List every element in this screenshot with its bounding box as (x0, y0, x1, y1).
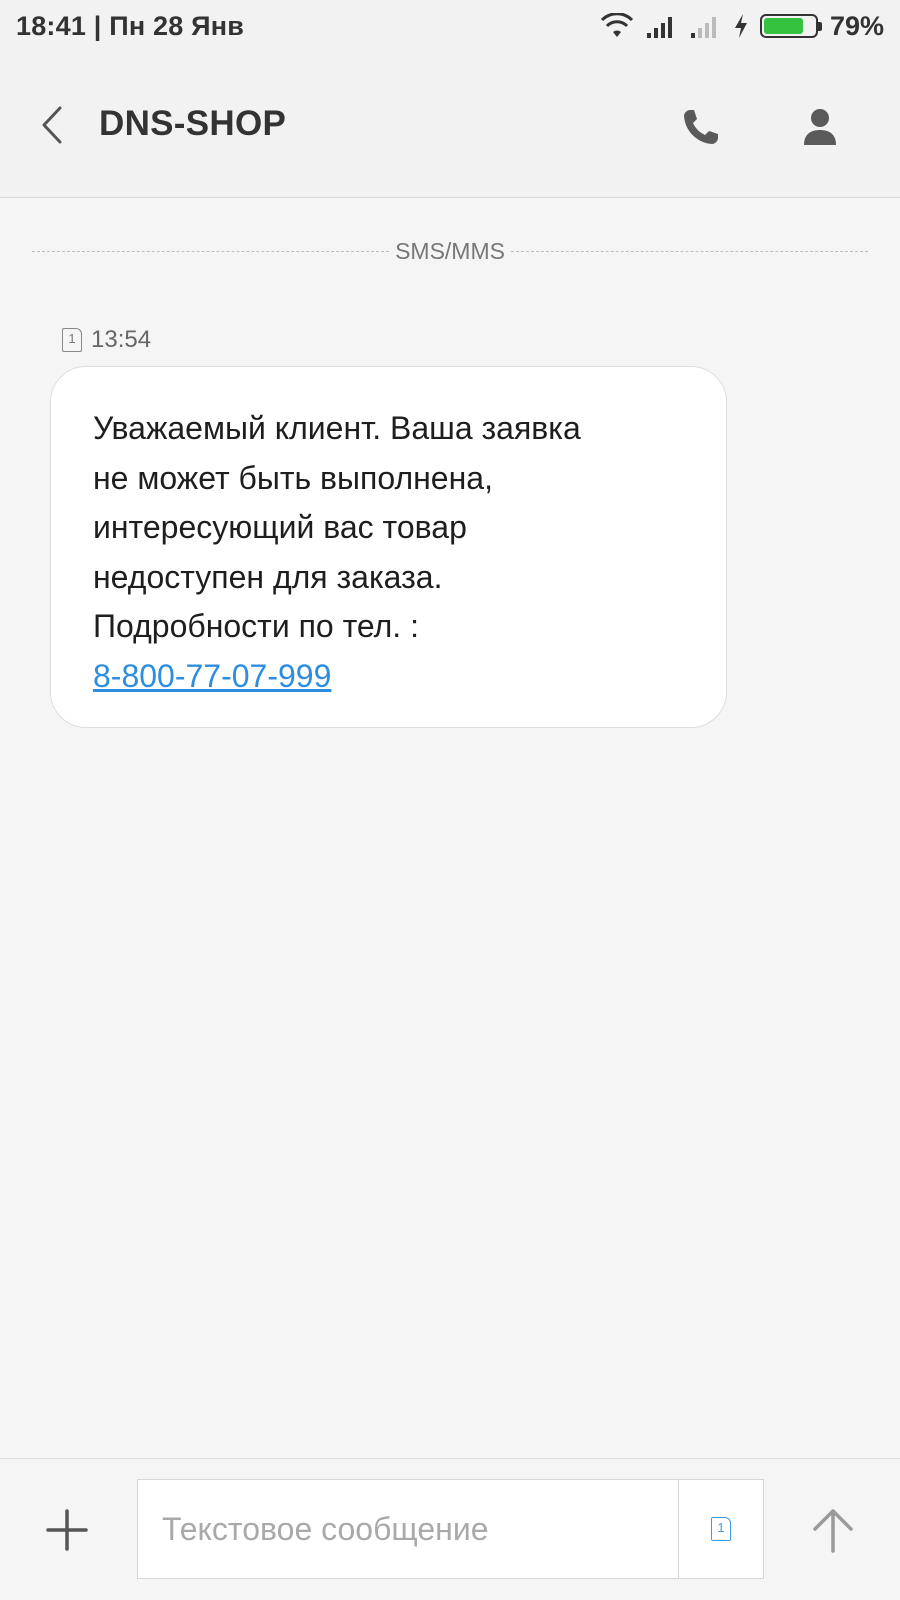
status-bar: 18:41 | Пн 28 Янв 79% (0, 0, 900, 52)
message-time: 13:54 (91, 326, 152, 353)
send-button[interactable] (806, 1503, 860, 1557)
message-text-line: Подробности по тел. : (93, 608, 419, 644)
battery-icon (759, 14, 822, 38)
contact-icon (804, 109, 836, 145)
attach-button[interactable] (42, 1505, 92, 1555)
charging-icon (734, 13, 748, 39)
message-bubble[interactable]: Уважаемый клиент. Ваша заявка не может б… (50, 366, 727, 728)
back-button[interactable] (34, 100, 70, 150)
battery-fill (763, 18, 804, 34)
contact-button[interactable] (795, 104, 845, 150)
message-text-line: Уважаемый клиент. Ваша заявка (93, 410, 581, 446)
message-text-line: недоступен для заказа. (93, 558, 443, 595)
message-composer: 1 (0, 1458, 900, 1600)
battery-percent: 79% (829, 10, 884, 41)
divider-line (510, 250, 869, 252)
contact-title: DNS-SHOP (99, 104, 287, 143)
signal-weak-icon (690, 13, 722, 39)
sim-card-icon: 1 (62, 328, 82, 352)
send-arrow-icon (813, 1509, 853, 1553)
status-icons: 79% (600, 11, 884, 42)
message-input[interactable] (138, 1480, 678, 1578)
plus-icon (46, 1509, 88, 1551)
sim-select-button[interactable]: 1 (678, 1480, 763, 1578)
sim-card-icon: 1 (711, 1517, 731, 1541)
back-arrow-icon (42, 106, 62, 144)
message-meta: 1 13:54 (62, 326, 151, 354)
channel-label: SMS/MMS (395, 237, 505, 264)
conversation-header: DNS-SHOP (0, 52, 900, 198)
message-text-line: интересующий вас товар (93, 509, 467, 545)
status-time-date: 18:41 | Пн 28 Янв (16, 10, 245, 41)
call-button[interactable] (676, 104, 726, 150)
wifi-icon (600, 13, 634, 39)
divider-line (32, 250, 390, 252)
phone-number-link[interactable]: 8-800-77-07-999 (93, 658, 331, 694)
message-text-line: не может быть выполнена, (93, 459, 493, 496)
signal-icon (646, 13, 678, 39)
phone-icon (684, 110, 718, 144)
channel-divider: SMS/MMS (32, 236, 869, 266)
message-input-box: 1 (137, 1479, 764, 1579)
